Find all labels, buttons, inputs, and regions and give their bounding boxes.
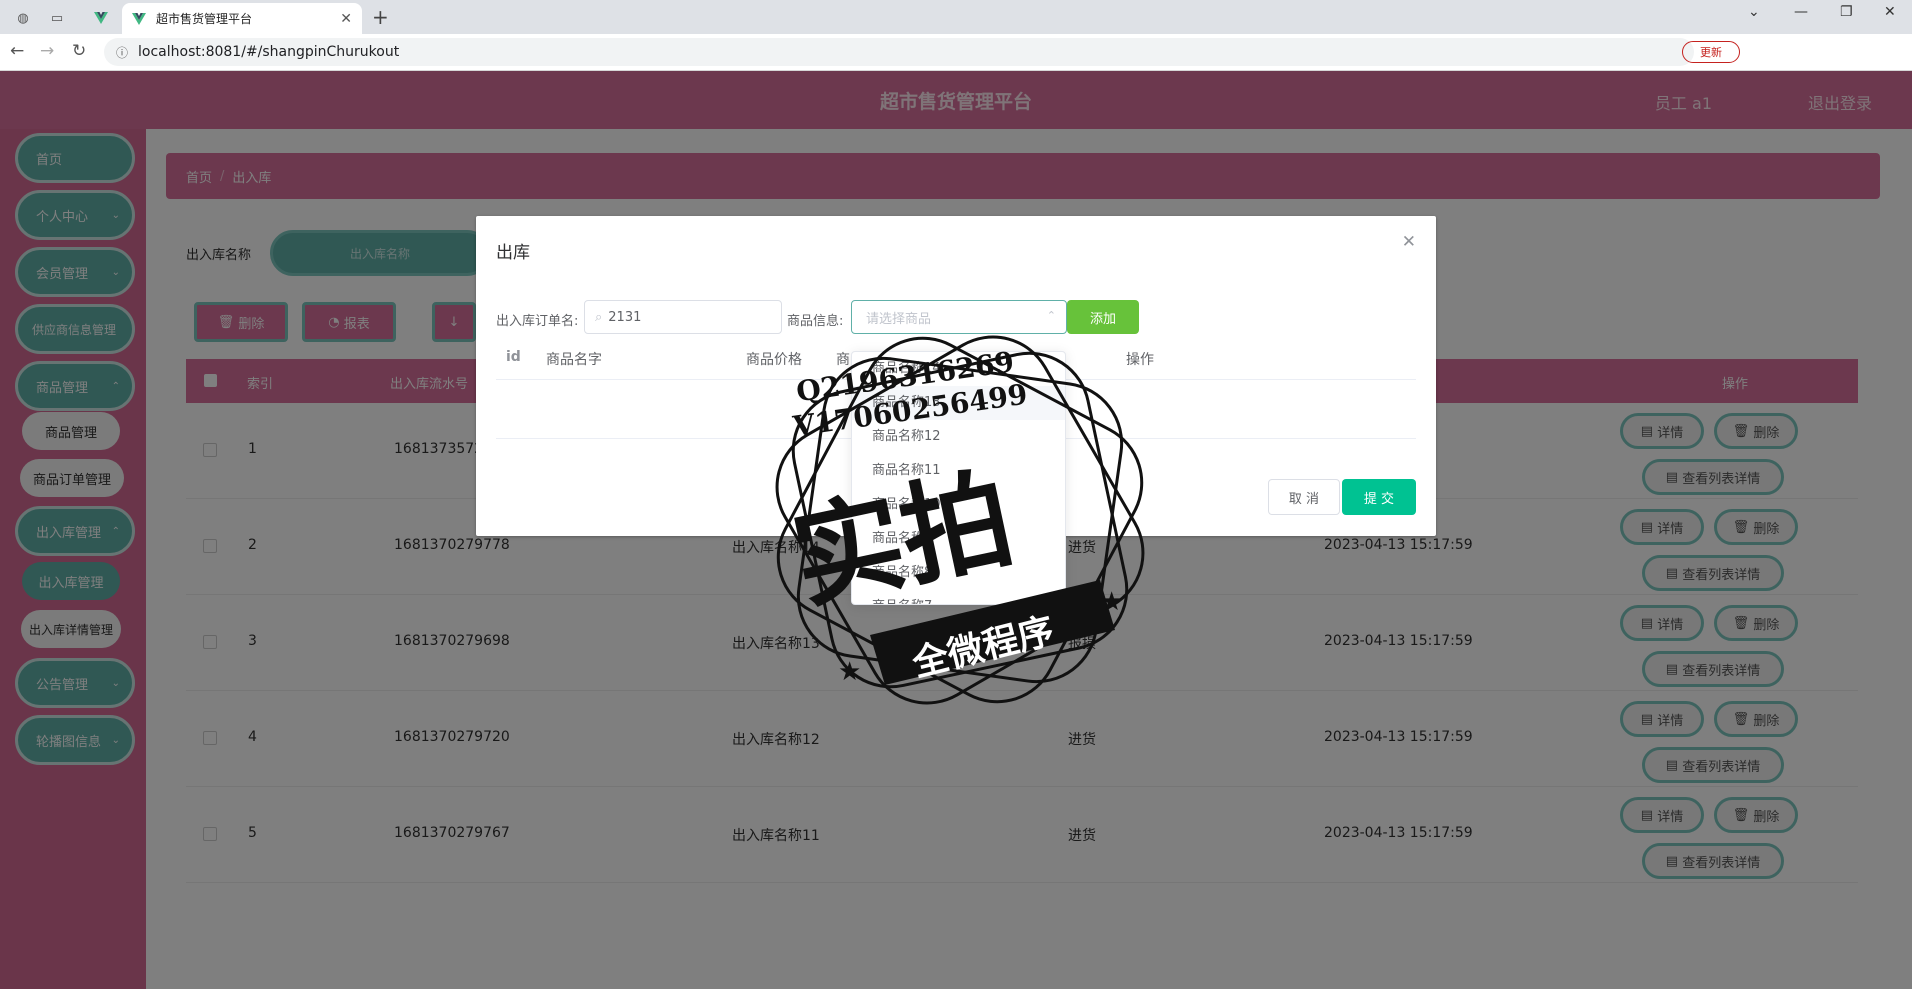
url-text: localhost:8081/#/shangpinChurukout (138, 44, 400, 60)
globe-icon[interactable]: ◍ (8, 5, 38, 31)
order-name-value: 2131 (608, 309, 642, 325)
search-icon: ⌕ (595, 309, 603, 325)
cancel-button[interactable]: 取 消 (1268, 479, 1340, 515)
order-name-label: 出入库订单名: (496, 314, 579, 329)
back-icon[interactable]: ← (10, 41, 24, 61)
chevron-down-icon[interactable]: ⌄ (1748, 4, 1760, 20)
address-bar[interactable]: ⓘ localhost:8081/#/shangpinChurukout (104, 38, 1694, 66)
vue-logo-icon (132, 12, 146, 25)
tab-active[interactable]: 超市售货管理平台 ✕ (122, 3, 362, 34)
restore-icon[interactable]: ❐ (1840, 4, 1853, 20)
watermark-stamp: Q2196316269 V17060256499 实拍 全微程序 ★ ★ (775, 335, 1145, 705)
browser-toolbar: ← → ↻ ⓘ localhost:8081/#/shangpinChuruko… (0, 34, 1912, 71)
site-info-icon[interactable]: ⓘ (116, 44, 128, 61)
star-icon: ★ (1100, 587, 1123, 617)
watermark-main: 实拍 (782, 454, 1024, 625)
close-icon[interactable]: ✕ (1402, 232, 1416, 252)
tab-title: 超市售货管理平台 (156, 12, 253, 26)
forward-icon[interactable]: → (40, 41, 54, 61)
new-tab-icon[interactable]: + (372, 5, 389, 29)
col-goods-name: 商品名字 (546, 352, 602, 368)
minimize-icon[interactable]: — (1794, 4, 1808, 20)
vue-tab-icon[interactable] (86, 5, 116, 31)
close-window-icon[interactable]: ✕ (1884, 4, 1896, 20)
star-icon: ★ (838, 657, 861, 687)
page-icon[interactable]: ▭ (42, 5, 72, 31)
browser-chrome: ◍ ▭ 超市售货管理平台 ✕ + ⌄ — ❐ ✕ ← → ↻ ⓘ localho… (0, 0, 1912, 71)
submit-button[interactable]: 提 交 (1342, 479, 1416, 515)
tab-strip: ◍ ▭ 超市售货管理平台 ✕ + ⌄ — ❐ ✕ (0, 0, 1912, 34)
dialog-title: 出库 (496, 243, 530, 263)
update-button[interactable]: 更新 (1682, 41, 1740, 63)
reload-icon[interactable]: ↻ (72, 41, 86, 61)
close-tab-icon[interactable]: ✕ (340, 11, 352, 27)
col-id: id (506, 349, 521, 365)
